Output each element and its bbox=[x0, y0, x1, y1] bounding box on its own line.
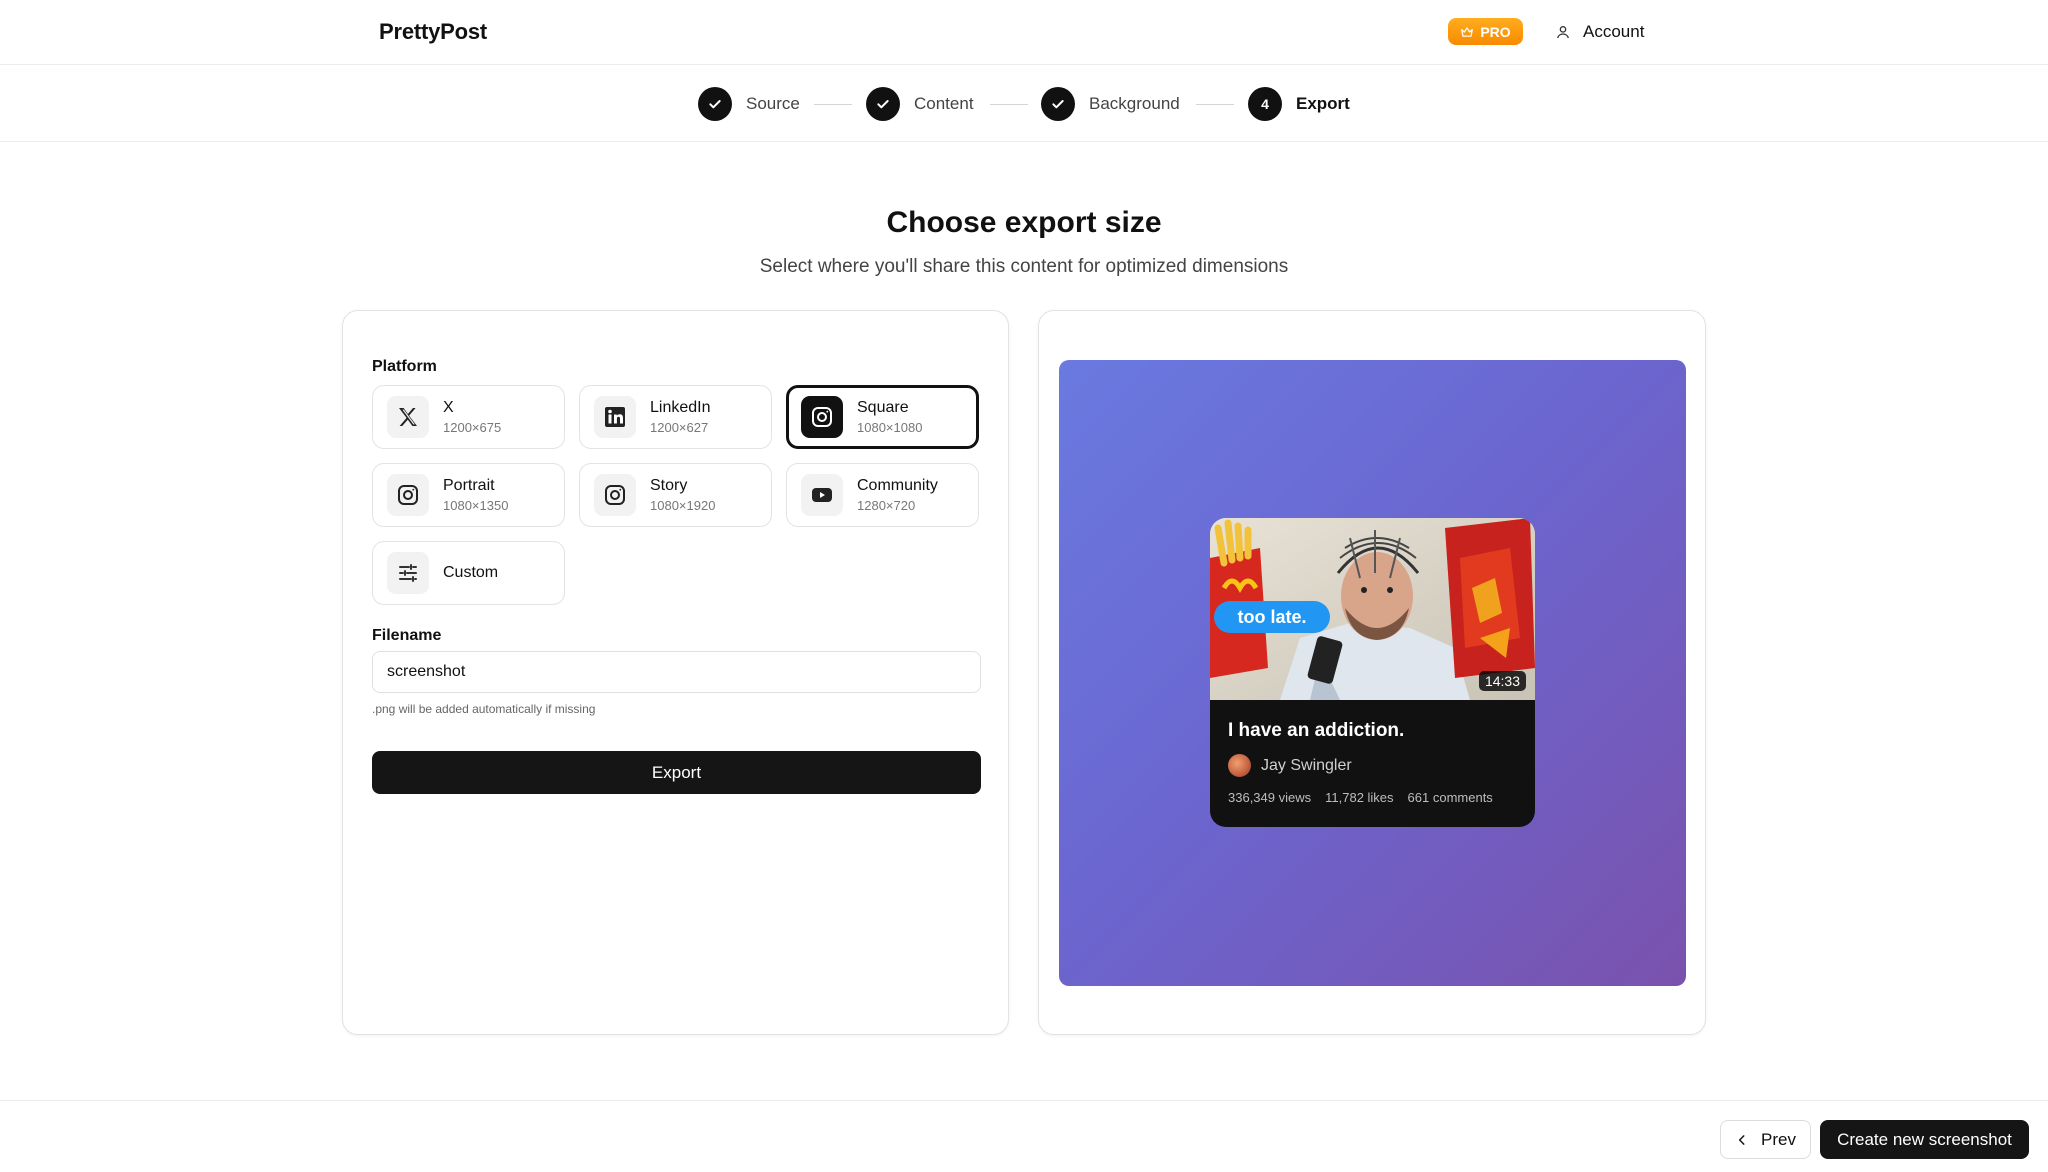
x-logo-icon bbox=[387, 396, 429, 438]
step-label: Export bbox=[1296, 94, 1350, 113]
video-thumbnail: too late. 14:33 bbox=[1210, 518, 1535, 700]
stepper: Source Content Background 4 Export bbox=[0, 65, 2048, 142]
linkedin-icon bbox=[594, 396, 636, 438]
pro-badge-label: PRO bbox=[1480, 23, 1511, 40]
step-check bbox=[866, 87, 900, 121]
option-name: Portrait bbox=[443, 477, 495, 494]
step-content[interactable]: Content bbox=[866, 87, 974, 121]
platform-option-story[interactable]: Story 1080×1920 bbox=[579, 463, 772, 527]
option-name: Story bbox=[650, 477, 688, 494]
platform-option-custom[interactable]: Custom bbox=[372, 541, 565, 605]
step-connector bbox=[1196, 104, 1234, 105]
page-title: Choose export size bbox=[886, 206, 1162, 239]
user-icon bbox=[1557, 26, 1569, 39]
check-icon bbox=[877, 100, 889, 109]
check-icon bbox=[709, 100, 721, 109]
option-dimensions: 1200×675 bbox=[443, 420, 502, 435]
author-name: Jay Swingler bbox=[1261, 756, 1352, 774]
step-source[interactable]: Source bbox=[698, 87, 800, 121]
prev-label: Prev bbox=[1761, 1129, 1796, 1149]
sliders-icon bbox=[387, 552, 429, 594]
instagram-icon bbox=[801, 396, 843, 438]
views-count: 336,349 views bbox=[1228, 790, 1312, 805]
app-logo[interactable]: PrettyPost bbox=[379, 19, 487, 45]
prev-button[interactable]: Prev bbox=[1720, 1120, 1811, 1159]
option-dimensions: 1080×1080 bbox=[857, 420, 923, 435]
step-export[interactable]: 4 Export bbox=[1248, 87, 1350, 121]
step-background[interactable]: Background bbox=[1041, 87, 1180, 121]
platform-option-portrait[interactable]: Portrait 1080×1350 bbox=[372, 463, 565, 527]
top-bar: PrettyPost PRO Account bbox=[0, 0, 2048, 65]
video-card: too late. 14:33 I have an addiction. Jay… bbox=[1210, 518, 1535, 827]
option-name: Community bbox=[857, 477, 938, 494]
step-number: 4 bbox=[1248, 87, 1282, 121]
video-author: Jay Swingler bbox=[1228, 754, 1352, 777]
platform-option-linkedin[interactable]: LinkedIn 1200×627 bbox=[579, 385, 772, 449]
option-dimensions: 1080×1920 bbox=[650, 498, 716, 513]
option-dimensions: 1200×627 bbox=[650, 420, 709, 435]
step-check bbox=[698, 87, 732, 121]
option-dimensions: 1280×720 bbox=[857, 498, 916, 513]
step-check bbox=[1041, 87, 1075, 121]
avatar bbox=[1228, 754, 1251, 777]
pro-badge[interactable]: PRO bbox=[1448, 18, 1523, 45]
video-title: I have an addiction. bbox=[1228, 720, 1405, 741]
option-name: X bbox=[443, 399, 454, 416]
check-icon bbox=[1052, 100, 1064, 109]
comments-count: 661 comments bbox=[1407, 790, 1493, 805]
footer-bar: Prev Create new screenshot bbox=[0, 1100, 2048, 1172]
preview-canvas: too late. 14:33 I have an addiction. Jay… bbox=[1059, 360, 1686, 986]
platform-option-x[interactable]: X 1200×675 bbox=[372, 385, 565, 449]
thumbnail-caption: too late. bbox=[1237, 607, 1306, 627]
video-stats: 336,349 views 11,782 likes 661 comments bbox=[1228, 790, 1493, 805]
option-name: Square bbox=[857, 399, 909, 416]
platform-label: Platform bbox=[372, 358, 437, 375]
account-button[interactable]: Account bbox=[1555, 18, 1644, 46]
export-button[interactable]: Export bbox=[372, 751, 981, 794]
instagram-icon bbox=[387, 474, 429, 516]
step-label: Source bbox=[746, 94, 800, 113]
option-name: Custom bbox=[443, 564, 499, 581]
page-subtitle: Select where you'll share this content f… bbox=[759, 256, 1289, 277]
platform-option-community[interactable]: Community 1280×720 bbox=[786, 463, 979, 527]
preview-panel: too late. 14:33 I have an addiction. Jay… bbox=[1038, 310, 1706, 1035]
video-duration: 14:33 bbox=[1478, 671, 1526, 691]
step-connector bbox=[990, 104, 1028, 105]
option-dimensions: 1080×1350 bbox=[443, 498, 509, 513]
create-new-screenshot-button[interactable]: Create new screenshot bbox=[1820, 1120, 2029, 1159]
filename-hint: .png will be added automatically if miss… bbox=[372, 702, 596, 716]
export-settings-panel: Platform X 1200×675 LinkedIn 1200×627 Sq… bbox=[342, 310, 1009, 1035]
filename-input[interactable] bbox=[372, 651, 981, 693]
option-name: LinkedIn bbox=[650, 399, 711, 416]
likes-count: 11,782 likes bbox=[1325, 790, 1394, 805]
account-label: Account bbox=[1583, 22, 1645, 41]
instagram-icon bbox=[594, 474, 636, 516]
step-label: Background bbox=[1089, 94, 1180, 113]
youtube-icon bbox=[801, 474, 843, 516]
crown-icon bbox=[1461, 26, 1474, 37]
step-connector bbox=[814, 104, 852, 105]
chevron-left-icon bbox=[1738, 1134, 1745, 1145]
step-label: Content bbox=[914, 94, 974, 113]
platform-option-square[interactable]: Square 1080×1080 bbox=[786, 385, 979, 449]
filename-label: Filename bbox=[372, 627, 442, 644]
